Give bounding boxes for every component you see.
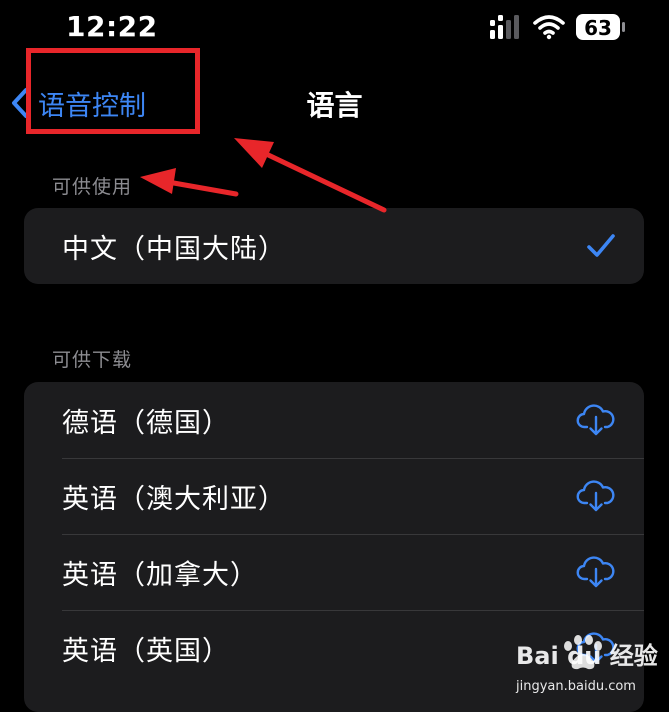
available-languages-group: 中文（中国大陆）: [24, 208, 644, 284]
wifi-icon: [533, 15, 565, 40]
status-bar: 12:22 63: [0, 0, 669, 56]
cloud-download-icon[interactable]: [576, 479, 616, 513]
chevron-left-icon: [12, 88, 28, 118]
downloadable-languages-group: 德语（德国） 英语（澳大利亚） 英语（加拿大） 英语（英国）: [24, 382, 644, 712]
language-label: 中文（中国大陆）: [62, 233, 286, 265]
status-icons: 63: [490, 14, 625, 40]
language-label: 英语（澳大利亚）: [62, 483, 286, 515]
language-row-en-ca[interactable]: 英语（加拿大）: [24, 534, 644, 610]
cloud-download-icon[interactable]: [576, 555, 616, 589]
language-label: 英语（英国）: [62, 635, 230, 667]
language-row-en-au[interactable]: 英语（澳大利亚）: [24, 458, 644, 534]
back-button[interactable]: 语音控制: [8, 80, 146, 126]
language-row-en-gb[interactable]: 英语（英国）: [24, 610, 644, 686]
language-label: 德语（德国）: [62, 407, 230, 439]
cloud-download-icon[interactable]: [576, 403, 616, 437]
section-header-downloadable: 可供下载: [52, 349, 133, 371]
cellular-signal-icon: [490, 15, 519, 39]
language-label: 英语（加拿大）: [62, 559, 258, 591]
section-header-available: 可供使用: [52, 176, 133, 198]
battery-level-text: 63: [584, 16, 612, 40]
language-row-zh-cn[interactable]: 中文（中国大陆）: [24, 208, 644, 284]
language-row-de-de[interactable]: 德语（德国）: [24, 382, 644, 458]
battery-icon: 63: [576, 14, 625, 40]
annotation-arrow-short: [140, 168, 239, 197]
annotation-arrow-long: [234, 138, 387, 213]
back-button-label: 语音控制: [38, 90, 146, 122]
status-time: 12:22: [66, 10, 158, 43]
checkmark-icon: [587, 234, 615, 257]
cloud-download-icon[interactable]: [576, 631, 616, 665]
